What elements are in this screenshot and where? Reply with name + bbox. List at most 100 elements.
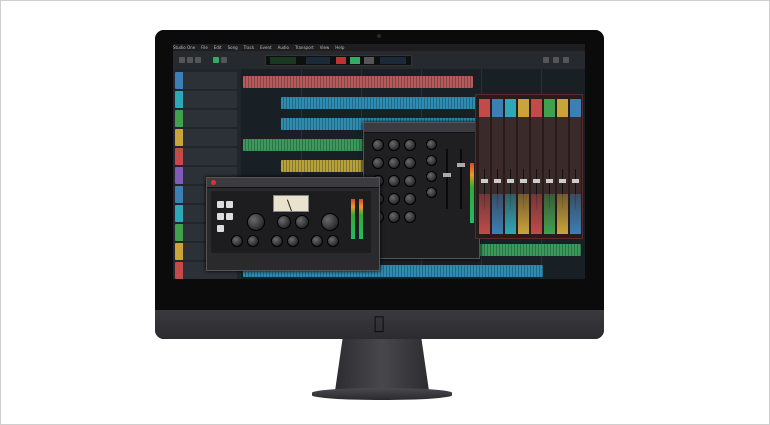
- comp-knob[interactable]: [426, 155, 437, 166]
- toolbar-button[interactable]: [221, 57, 227, 63]
- meter-needle: [286, 199, 292, 212]
- compressor-plugin-window[interactable]: [206, 177, 380, 271]
- mode-button[interactable]: [226, 201, 233, 208]
- menu-item[interactable]: Audio: [278, 45, 289, 50]
- mixer-channel-strip[interactable]: [531, 99, 542, 234]
- lpf-knob[interactable]: [327, 235, 339, 247]
- audio-clip[interactable]: [243, 76, 473, 88]
- toolbar-button[interactable]: [187, 57, 193, 63]
- track-header[interactable]: [175, 91, 237, 108]
- fader-cap[interactable]: [559, 179, 566, 183]
- release-knob[interactable]: [247, 235, 259, 247]
- eq-knob[interactable]: [372, 139, 384, 151]
- toolbar-button[interactable]: [563, 57, 569, 63]
- channel-color-header: [479, 99, 490, 117]
- time-display: [270, 57, 296, 64]
- menu-item[interactable]: Event: [260, 45, 271, 50]
- menu-item[interactable]: Transport: [295, 45, 314, 50]
- gain-fader[interactable]: [446, 149, 448, 209]
- eq-knob[interactable]: [404, 211, 416, 223]
- eq-knob[interactable]: [388, 139, 400, 151]
- eq-knob[interactable]: [372, 157, 384, 169]
- mode-button[interactable]: [217, 213, 224, 220]
- mixer-channel-strip[interactable]: [557, 99, 568, 234]
- mixer-channel-strip[interactable]: [492, 99, 503, 234]
- menu-item[interactable]: View: [320, 45, 330, 50]
- menu-item[interactable]: Edit: [214, 45, 222, 50]
- eq-knob[interactable]: [388, 193, 400, 205]
- track-header[interactable]: [175, 129, 237, 146]
- menu-item[interactable]: Song: [228, 45, 238, 50]
- eq-knob[interactable]: [404, 157, 416, 169]
- fader-cap[interactable]: [481, 179, 488, 183]
- ratio-knob[interactable]: [295, 215, 309, 229]
- plugin-titlebar[interactable]: [364, 123, 479, 133]
- eq-knob[interactable]: [388, 211, 400, 223]
- output-knob[interactable]: [321, 213, 339, 231]
- attack-knob[interactable]: [231, 235, 243, 247]
- toolbar-button[interactable]: [543, 57, 549, 63]
- eq-knob[interactable]: [404, 175, 416, 187]
- channel-footer: [531, 194, 542, 234]
- channel-color-header: [505, 99, 516, 117]
- channel-color-header: [492, 99, 503, 117]
- output-fader[interactable]: [460, 149, 462, 209]
- fader-cap[interactable]: [572, 179, 579, 183]
- comp-knob[interactable]: [426, 171, 437, 182]
- eq-knob[interactable]: [404, 193, 416, 205]
- toolbar-button[interactable]: [553, 57, 559, 63]
- mixer-channel-strip[interactable]: [570, 99, 581, 234]
- input-meter: [351, 199, 355, 239]
- mixer-channel-strip[interactable]: [479, 99, 490, 234]
- comp-knob[interactable]: [426, 139, 437, 150]
- daw-screen: Studio One File Edit Song Track Event Audio Tra…: [173, 44, 585, 279]
- mixer-console: [475, 94, 583, 239]
- eq-knob[interactable]: [388, 157, 400, 169]
- channel-color-header: [544, 99, 555, 117]
- eq-knob[interactable]: [388, 175, 400, 187]
- mix-knob[interactable]: [271, 235, 283, 247]
- mode-button[interactable]: [217, 201, 224, 208]
- mixer-channel-strip[interactable]: [518, 99, 529, 234]
- eq-knob[interactable]: [404, 139, 416, 151]
- channel-color-header: [531, 99, 542, 117]
- channel-footer: [492, 194, 503, 234]
- track-header[interactable]: [175, 72, 237, 89]
- play-button[interactable]: [350, 57, 360, 64]
- menu-item[interactable]: File: [201, 45, 208, 50]
- menu-item[interactable]: Studio One: [173, 45, 195, 50]
- fader-cap[interactable]: [520, 179, 527, 183]
- imac-foot: [312, 388, 452, 400]
- stop-button[interactable]: [364, 57, 374, 64]
- input-knob[interactable]: [247, 213, 265, 231]
- sidechain-knob[interactable]: [287, 235, 299, 247]
- toolbar-button[interactable]: [195, 57, 201, 63]
- mode-button[interactable]: [226, 213, 233, 220]
- mixer-channel-strip[interactable]: [544, 99, 555, 234]
- fader-cap[interactable]: [546, 179, 553, 183]
- toolbar-button[interactable]: [179, 57, 185, 63]
- menu-item[interactable]: Track: [244, 45, 254, 50]
- track-header[interactable]: [175, 148, 237, 165]
- fader-cap[interactable]: [457, 163, 465, 167]
- channel-footer: [518, 194, 529, 234]
- daw-toolbar: [173, 51, 585, 70]
- fader-cap[interactable]: [443, 173, 451, 177]
- fader-cap[interactable]: [494, 179, 501, 183]
- toolbar-button[interactable]: [213, 57, 219, 63]
- track-header[interactable]: [175, 110, 237, 127]
- mixer-channel-strip[interactable]: [505, 99, 516, 234]
- output-meter: [359, 199, 363, 239]
- comp-knob[interactable]: [426, 187, 437, 198]
- record-button[interactable]: [336, 57, 346, 64]
- channel-strip-plugin-window[interactable]: [363, 122, 480, 259]
- channel-color-header: [557, 99, 568, 117]
- menu-item[interactable]: Help: [335, 45, 344, 50]
- app-menubar: Studio One File Edit Song Track Event Audio Tra…: [173, 44, 585, 51]
- fader-cap[interactable]: [533, 179, 540, 183]
- hpf-knob[interactable]: [311, 235, 323, 247]
- mode-button[interactable]: [217, 225, 224, 232]
- threshold-knob[interactable]: [277, 215, 291, 229]
- plugin-titlebar[interactable]: [207, 178, 379, 188]
- fader-cap[interactable]: [507, 179, 514, 183]
